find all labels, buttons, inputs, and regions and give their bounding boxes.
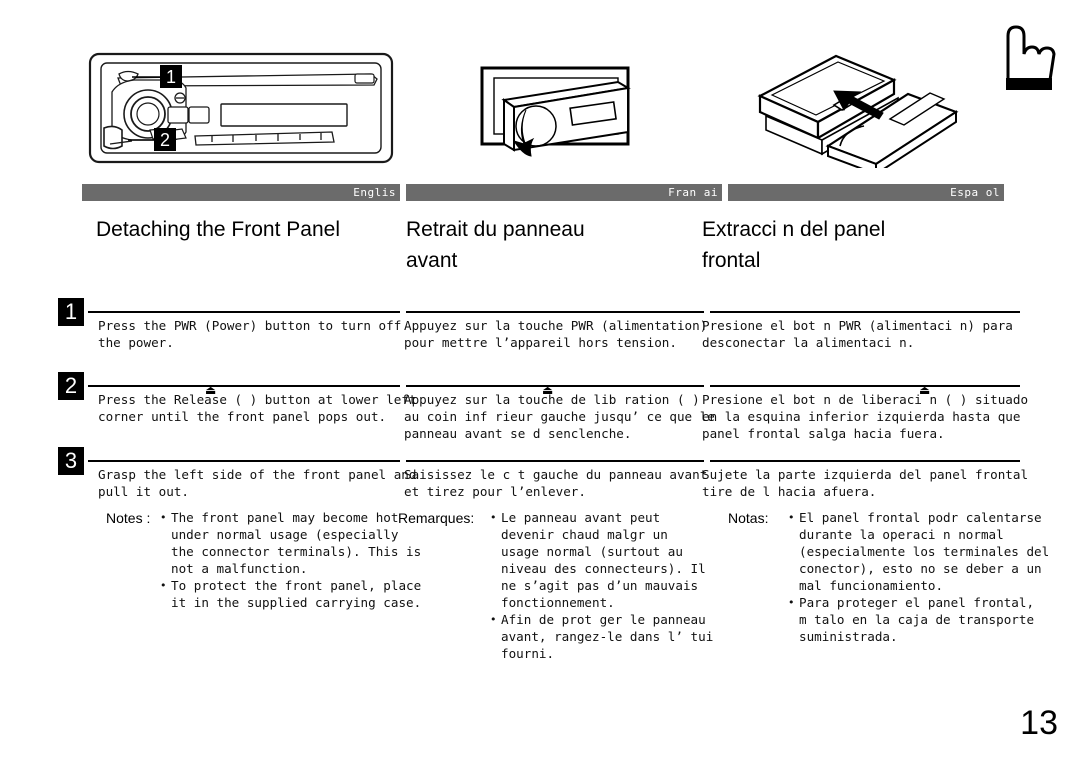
eject-icon: ⏏ (919, 383, 931, 397)
step-badge-3: 3 (58, 447, 84, 475)
step-rule-english (88, 311, 400, 313)
notes-list-spanish: El panel frontal podr calentarse durante… (788, 509, 1080, 645)
step-rule-spanish (710, 385, 1020, 387)
step-text-english-3: Grasp the left side of the front panel a… (98, 467, 417, 499)
step-text-french-1: Appuyez sur la touche PWR (alimentation)… (404, 318, 708, 350)
step-rule-french (406, 311, 704, 313)
step-rule-spanish (710, 311, 1020, 313)
step-rule-english (88, 460, 400, 462)
language-bar-french: Fran ai (406, 184, 722, 201)
notes-label-english: Notes : (106, 510, 151, 526)
language-bar-spanish: Espa ol (728, 184, 1004, 201)
step-text-spanish-2: Presione el bot n de liberaci n ( ) situ… (702, 392, 1029, 441)
notes-label-french: Remarques: (398, 510, 475, 526)
step-text-english-1: Press the PWR (Power) button to turn off… (98, 318, 402, 350)
carrying-case-diagram (748, 50, 962, 176)
step-rule-spanish (710, 460, 1020, 462)
step-text-english-2: Press the Release ( ) button at lower le… (98, 392, 417, 424)
page-number: 13 (1020, 704, 1058, 742)
eject-icon: ⏏ (542, 383, 554, 397)
step-rule-english (88, 385, 400, 387)
step-text-french-2: Appuyez sur la touche de lib ration ( ) … (404, 392, 715, 441)
language-bar-english: Englis (82, 184, 400, 201)
step-badge-1: 1 (58, 298, 84, 326)
note-item: To protect the front panel, place it in … (160, 577, 510, 611)
eject-icon: ⏏ (205, 383, 217, 397)
step-rule-french (406, 460, 704, 462)
step-text-french-3: Saisissez le c t gauche du panneau avant… (404, 467, 708, 499)
notes-list-french: Le panneau avant peut devenir chaud malg… (490, 509, 750, 662)
note-item: Para proteger el panel frontal, m talo e… (788, 594, 1080, 645)
svg-text:2: 2 (160, 130, 170, 150)
note-item: Afin de prot ger le panneau avant, range… (490, 611, 750, 662)
page-title-spanish: Extracci n del panel frontal (702, 218, 886, 272)
step-rule-french (406, 385, 704, 387)
svg-text:1: 1 (166, 67, 176, 87)
page-title-english: Detaching the Front Panel (96, 218, 340, 241)
note-item: El panel frontal podr calentarse durante… (788, 509, 1080, 594)
step-badge-2: 2 (58, 372, 84, 400)
notes-label-spanish: Notas: (728, 510, 769, 526)
step-text-spanish-3: Sujete la parte izquierda del panel fron… (702, 467, 1029, 499)
panel-tilting-forward-diagram (468, 58, 654, 171)
car-stereo-front-panel-diagram: 1 2 (88, 52, 394, 169)
note-item: Le panneau avant peut devenir chaud malg… (490, 509, 750, 611)
manual-page: 1 2 Englis Fran ai Espa ol Detaching the… (0, 0, 1080, 762)
page-title-french: Retrait du panneau avant (406, 218, 585, 272)
pointing-hand-icon (998, 22, 1058, 95)
illustration-row: 1 2 (0, 0, 1080, 178)
step-text-spanish-1: Presione el bot n PWR (alimentaci n) par… (702, 318, 1013, 350)
